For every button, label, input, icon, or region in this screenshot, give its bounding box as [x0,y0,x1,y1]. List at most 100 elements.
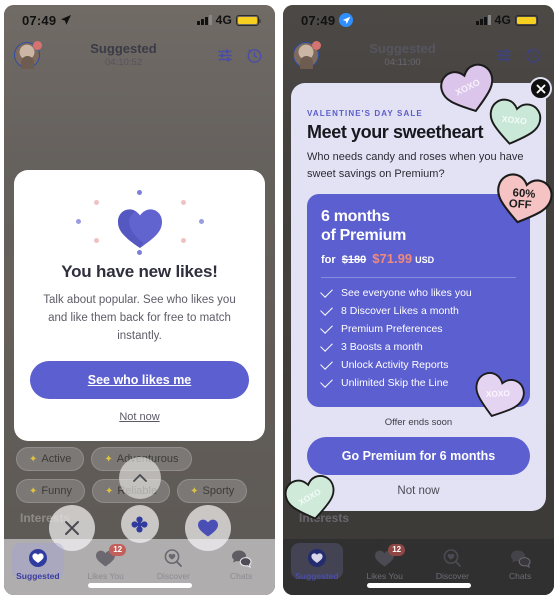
see-who-likes-me-button[interactable]: See who likes me [30,361,249,400]
nav-label: Suggested [295,571,339,581]
price-card-divider [321,276,516,278]
feature-row: See everyone who likes you [320,284,516,299]
phone-panel-sale: 07:49 4G Suggested 04:11:00 Interests XO… [283,5,554,595]
go-premium-button[interactable]: Go Premium for 6 months [307,436,530,475]
bottom-navigation: Suggested 12 Likes You Discover Chats [4,539,275,595]
feature-row: 3 Boosts a month [320,338,516,353]
sparkle-dot [137,190,142,195]
battery-icon [236,14,261,26]
status-bar: 07:49 4G [4,5,275,35]
sparkle-icon: ✦ [190,485,199,497]
interest-chip[interactable]: ✦ Funny [16,479,85,503]
page-title: Suggested [369,40,436,56]
nav-item-likes-you[interactable]: 12 Likes You [72,543,140,581]
home-indicator [87,583,192,588]
candy-heart-text: XOXO [486,388,511,399]
feature-label: 3 Boosts a month [341,340,423,353]
not-now-button[interactable]: Not now [119,411,159,423]
avatar-notification-dot [312,41,321,50]
candy-heart-decoration: XOXO [483,94,546,152]
heart-shape [117,209,162,248]
status-time: 07:49 [22,12,57,28]
check-icon [320,320,333,334]
nav-label: Chats [509,571,532,581]
avatar-notification-dot [33,41,42,50]
bottom-navigation: Suggested 12 Likes You Discover Chats [283,539,554,595]
sparkle-dot [198,219,204,224]
sale-body: Who needs candy and roses when you have … [307,151,524,180]
heart-icon: 12 [95,544,127,569]
nav-item-chats[interactable]: Chats [486,543,554,581]
price-title-line2: of Premium [321,226,407,244]
header-actions [217,47,263,64]
price-for-label: for [321,253,336,266]
chevron-up-icon[interactable] [118,457,161,499]
check-icon [320,338,333,352]
heart-circle-icon [307,547,327,569]
nav-label: Likes You [366,571,403,581]
phone-panel-likes: 07:49 4G Suggested 04:10:52 ✦ Active ✦ ✦… [4,5,275,595]
valentines-sale-modal: XOXO XOXO XOXO XOXO VALENTINE'S DAY SALE… [284,63,553,520]
feature-label: See everyone who likes you [341,286,472,299]
feature-label: Unlimited Skip the Line [341,376,449,389]
nav-item-likes-you[interactable]: 12 Likes You [351,543,419,581]
feature-row: Premium Preferences [320,320,516,335]
price-title-line1: 6 months [321,208,390,225]
page-title: Suggested [90,40,157,56]
nav-item-discover[interactable]: Discover [419,543,487,581]
nav-item-discover[interactable]: Discover [140,543,208,581]
likes-badge: 12 [109,544,127,556]
avatar[interactable] [293,41,321,69]
dual-phone-screenshot: 07:49 4G Suggested 04:10:52 ✦ Active ✦ ✦… [0,0,558,600]
sparkle-dot [93,200,99,205]
header-title-block: Suggested 04:10:52 [30,40,217,69]
sparkle-icon: ✦ [104,485,114,497]
status-left: 07:49 [301,13,354,28]
likes-modal-title: You have new likes! [61,262,218,281]
status-right: 4G [476,13,540,27]
feature-row: 8 Discover Likes a month [320,302,516,317]
nav-label: Likes You [87,571,124,581]
avatar[interactable] [14,41,42,69]
location-arrow-icon [61,15,72,25]
search-heart-icon [442,547,462,569]
filter-sliders-icon[interactable] [217,48,234,63]
signal-bars-icon [476,15,491,25]
check-icon [320,302,333,316]
sparkle-icon: ✦ [104,453,113,465]
new-likes-modal: You have new likes! Talk about popular. … [14,170,265,442]
home-indicator [366,583,471,588]
signal-bars-icon [197,15,212,25]
check-icon [320,284,333,298]
status-left: 07:49 [22,13,72,28]
nav-label: Suggested [16,571,60,581]
battery-icon [515,14,540,26]
nav-item-suggested[interactable]: Suggested [283,543,351,581]
heart-icon: 12 [374,544,406,569]
status-bar: 07:49 4G [283,5,554,35]
session-timer: 04:10:52 [105,57,142,69]
close-x-icon[interactable] [529,77,552,100]
sparkle-icon: ✦ [29,453,38,465]
app-header: Suggested 04:11:00 [283,35,554,75]
interest-chip[interactable]: ✦ Sporty [177,479,248,503]
not-now-button[interactable]: Not now [397,485,439,497]
history-clock-icon[interactable] [525,47,542,64]
feature-label: Unlock Activity Reports [341,358,449,371]
nav-item-chats[interactable]: Chats [207,543,275,581]
currency-label: USD [415,254,435,265]
search-heart-icon [163,547,183,569]
sparkle-dot [181,238,187,243]
purple-heart-sparkle-icon [30,188,249,258]
location-arrow-icon [339,13,354,27]
history-clock-icon[interactable] [246,47,263,64]
interest-chip[interactable]: ✦ Active [16,447,85,471]
feature-label: 8 Discover Likes a month [341,304,459,317]
chat-bubbles-icon [231,547,252,569]
nav-item-suggested[interactable]: Suggested [4,543,72,581]
header-actions [496,47,542,64]
filter-sliders-icon[interactable] [496,48,513,63]
super-like-button[interactable] [120,505,159,543]
sparkle-dot [181,200,187,205]
sparkle-dot [137,250,142,255]
